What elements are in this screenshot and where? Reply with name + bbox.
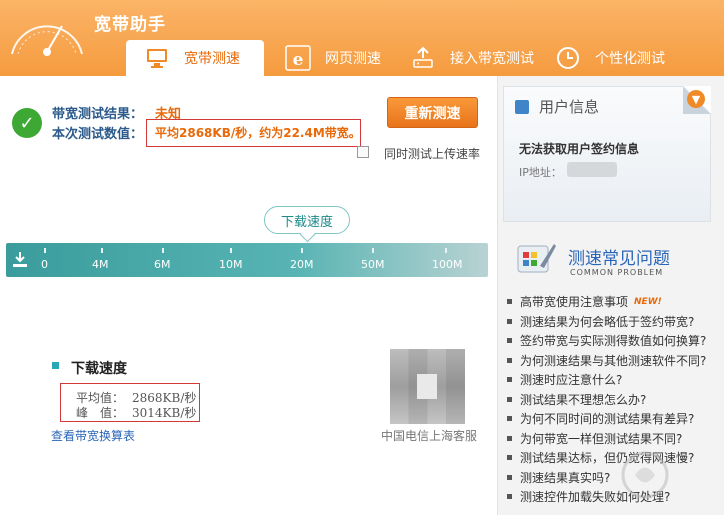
tick-label: 0 bbox=[41, 258, 48, 271]
tick-mark bbox=[372, 248, 374, 253]
faq-item-label: 签约带宽与实际测得数值如何换算? bbox=[520, 334, 707, 349]
tick-label: 100M bbox=[432, 258, 463, 271]
faq-subtitle: COMMON PROBLEM bbox=[570, 268, 664, 277]
faq-item[interactable]: 签约带宽与实际测得数值如何换算? bbox=[507, 331, 722, 351]
faq-item[interactable]: 为何不同时间的测试结果有差异? bbox=[507, 409, 722, 429]
faq-item-label: 为何测速结果与其他测速软件不同? bbox=[520, 353, 707, 368]
success-check-icon: ✓ bbox=[12, 108, 42, 138]
tick-mark bbox=[230, 248, 232, 253]
faq-item-label: 为何不同时间的测试结果有差异? bbox=[520, 412, 695, 427]
tick-label: 10M bbox=[219, 258, 243, 271]
tab-broadband-speed[interactable]: 宽带测速 bbox=[126, 40, 264, 76]
faq-item[interactable]: 测速结果为何会略低于签约带宽? bbox=[507, 312, 722, 332]
tick-mark bbox=[162, 248, 164, 253]
tick-label: 6M bbox=[154, 258, 171, 271]
user-info-icon bbox=[515, 100, 529, 114]
test-result-label: 带宽测试结果： bbox=[52, 107, 144, 122]
tab-personal-test[interactable]: 个性化测试 bbox=[555, 40, 685, 76]
tab-label: 个性化测试 bbox=[595, 51, 665, 67]
faq-item-label: 测速结果真实吗? bbox=[520, 470, 611, 485]
peak-label: 峰 值： bbox=[76, 406, 125, 420]
watermark-logo-icon bbox=[621, 451, 669, 499]
collapse-down-icon[interactable]: ▼ bbox=[687, 90, 705, 108]
tick-label: 4M bbox=[92, 258, 109, 271]
retest-button[interactable]: 重新测速 bbox=[387, 97, 478, 128]
svg-text:e: e bbox=[293, 50, 304, 70]
faq-item[interactable]: 测速时应注意什么? bbox=[507, 370, 722, 390]
tick-label: 20M bbox=[290, 258, 314, 271]
bandwidth-table-link[interactable]: 查看带宽换算表 bbox=[51, 427, 135, 444]
new-badge: NEW! bbox=[634, 296, 662, 307]
tab-label: 网页测速 bbox=[325, 51, 381, 67]
section-bullet bbox=[52, 362, 59, 369]
ie-browser-icon: e bbox=[285, 45, 311, 71]
upload-test-label: 同时测试上传速率 bbox=[384, 147, 481, 161]
tab-label: 接入带宽测试 bbox=[450, 51, 534, 67]
speed-gauge-logo-icon bbox=[11, 25, 83, 56]
current-value-label: 本次测试数值： bbox=[52, 127, 144, 142]
tab-label: 宽带测速 bbox=[184, 51, 240, 67]
monitor-icon bbox=[144, 45, 170, 71]
tab-web-speed[interactable]: e 网页测速 bbox=[285, 40, 405, 76]
isp-qrcode-image bbox=[390, 349, 465, 424]
user-info-message: 无法获取用户签约信息 bbox=[519, 142, 640, 156]
faq-item[interactable]: 高带宽使用注意事项 NEW! bbox=[507, 292, 722, 312]
download-speed-bubble: 下载速度 bbox=[264, 206, 350, 234]
current-value-text: 平均2868KB/秒，约为22.4M带宽。 bbox=[155, 126, 361, 140]
faq-item[interactable]: 测试结果不理想怎么办? bbox=[507, 390, 722, 410]
faq-item[interactable]: 为何测速结果与其他测速软件不同? bbox=[507, 351, 722, 371]
faq-palette-icon bbox=[517, 244, 556, 273]
bubble-label: 下载速度 bbox=[280, 214, 333, 230]
peak-value: 3014KB/秒 bbox=[132, 406, 197, 420]
faq-item-label: 测速时应注意什么? bbox=[520, 373, 623, 388]
tick-mark bbox=[445, 248, 447, 253]
speed-bar bbox=[6, 243, 488, 277]
user-info-title: 用户信息 bbox=[539, 98, 600, 116]
faq-title: 测速常见问题 bbox=[568, 249, 670, 269]
tick-mark bbox=[301, 248, 303, 253]
isp-image-center bbox=[417, 374, 437, 399]
ip-label: IP地址： bbox=[519, 166, 562, 179]
isp-label: 中国电信上海客服 bbox=[381, 429, 478, 443]
download-section-title: 下载速度 bbox=[71, 361, 127, 377]
tab-access-bandwidth[interactable]: 接入带宽测试 bbox=[410, 40, 545, 76]
app-title: 宽带助手 bbox=[94, 15, 166, 35]
download-icon bbox=[13, 252, 27, 267]
tick-mark bbox=[44, 248, 46, 253]
faq-item-label: 测试结果不理想怎么办? bbox=[520, 392, 647, 407]
upload-test-checkbox[interactable] bbox=[357, 146, 369, 158]
tick-mark bbox=[101, 248, 103, 253]
faq-item-label: 高带宽使用注意事项 bbox=[520, 295, 629, 310]
ip-value-blurred bbox=[567, 162, 617, 177]
router-icon bbox=[410, 45, 436, 71]
clock-icon bbox=[555, 45, 581, 71]
faq-item-label: 测速结果为何会略低于签约带宽? bbox=[520, 314, 695, 329]
tick-label: 50M bbox=[361, 258, 385, 271]
